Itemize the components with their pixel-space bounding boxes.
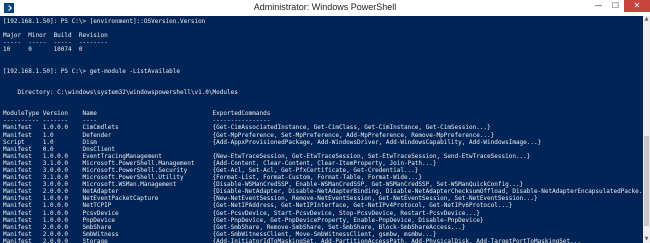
console-line: [192.168.1.50]: PS C:\> [environment]::O… [3, 18, 206, 25]
console-line: Manifest 1.0 Defender {Get-MpPreference,… [3, 131, 495, 139]
console-line: Manifest 0.0 DnsClient [3, 145, 115, 153]
console-line: Manifest 2.0.0.0 SmbShare {Get-SmbShare,… [3, 223, 466, 231]
scroll-up-icon[interactable]: ▲ [643, 16, 650, 23]
console-line: Manifest 1.0.0.0 NetEventPacketCapture {… [3, 195, 538, 203]
console-line: Manifest 2.0.0.0 NetAdapter {Disable-Net… [3, 188, 643, 196]
minimize-button[interactable]: — [590, 0, 607, 12]
console-line: ----- ----- ----- -------- [3, 39, 108, 47]
close-button[interactable]: ✕ [624, 0, 650, 12]
console-line: Manifest 3.0.0.0 Microsoft.WSMan.Managem… [3, 181, 524, 189]
console-line: Major Minor Build Revision [3, 32, 108, 40]
scroll-down-icon[interactable]: ▼ [643, 236, 650, 243]
console-line: Manifest 3.0.0.0 Microsoft.PowerShell.Se… [3, 166, 419, 174]
window-title: Administrator: Windows PowerShell [253, 2, 397, 12]
console-line: Manifest 1.0.0.0 CimCmdlets {Get-CimAsso… [3, 124, 491, 132]
console-line: ---------- ------- ---- ---------------- [3, 117, 271, 125]
scroll-thumb[interactable] [644, 136, 649, 226]
console-line: Manifest 1.0.0.0 EventTracingManagement … [3, 152, 531, 160]
console-line: ModuleType Version Name ExportedCommands [3, 110, 271, 118]
console-line: Manifest 3.1.0.0 Microsoft.PowerShell.Ut… [3, 174, 423, 182]
maximize-button[interactable]: ☐ [607, 0, 624, 12]
title-bar[interactable]: Administrator: Windows PowerShell — ☐ ✕ [0, 0, 650, 16]
powershell-window: Administrator: Windows PowerShell — ☐ ✕ … [0, 0, 650, 243]
console-line: Directory: C:\windows\system32\windowspo… [3, 88, 238, 96]
console-line: Manifest 1.0.0.0 PcsvDevice {Get-PcsvDev… [3, 209, 480, 217]
console-line: Manifest 2.0.0.0 Storage {Add-InitiatorI… [3, 237, 581, 243]
console-line: Manifest 1.0.0.0 PnpDevice {Get-PnpDevic… [3, 216, 484, 224]
console-line: Manifest 3.1.0.0 Microsoft.PowerShell.Ma… [3, 159, 437, 167]
console-line: 10 0 10074 0 [3, 46, 83, 54]
console-line: Script 1.0 Dism {Add-AppxProvisionedPack… [3, 138, 542, 146]
console-line: [192.168.1.50]: PS C:\> get-module -List… [3, 67, 181, 75]
vertical-scrollbar[interactable]: ▲ ▼ [643, 16, 650, 243]
console-line: Manifest 1.0.0.0 NetTCPIP {Get-NetIPAddr… [3, 202, 513, 210]
console-output[interactable]: [192.168.1.50]: PS C:\> [environment]::O… [0, 16, 643, 243]
console-line: Manifest 2.0.0.0 SmbWitness {Get-SmbWitn… [3, 230, 437, 238]
console-text: [192.168.1.50]: PS C:\> [environment]::O… [0, 16, 643, 243]
